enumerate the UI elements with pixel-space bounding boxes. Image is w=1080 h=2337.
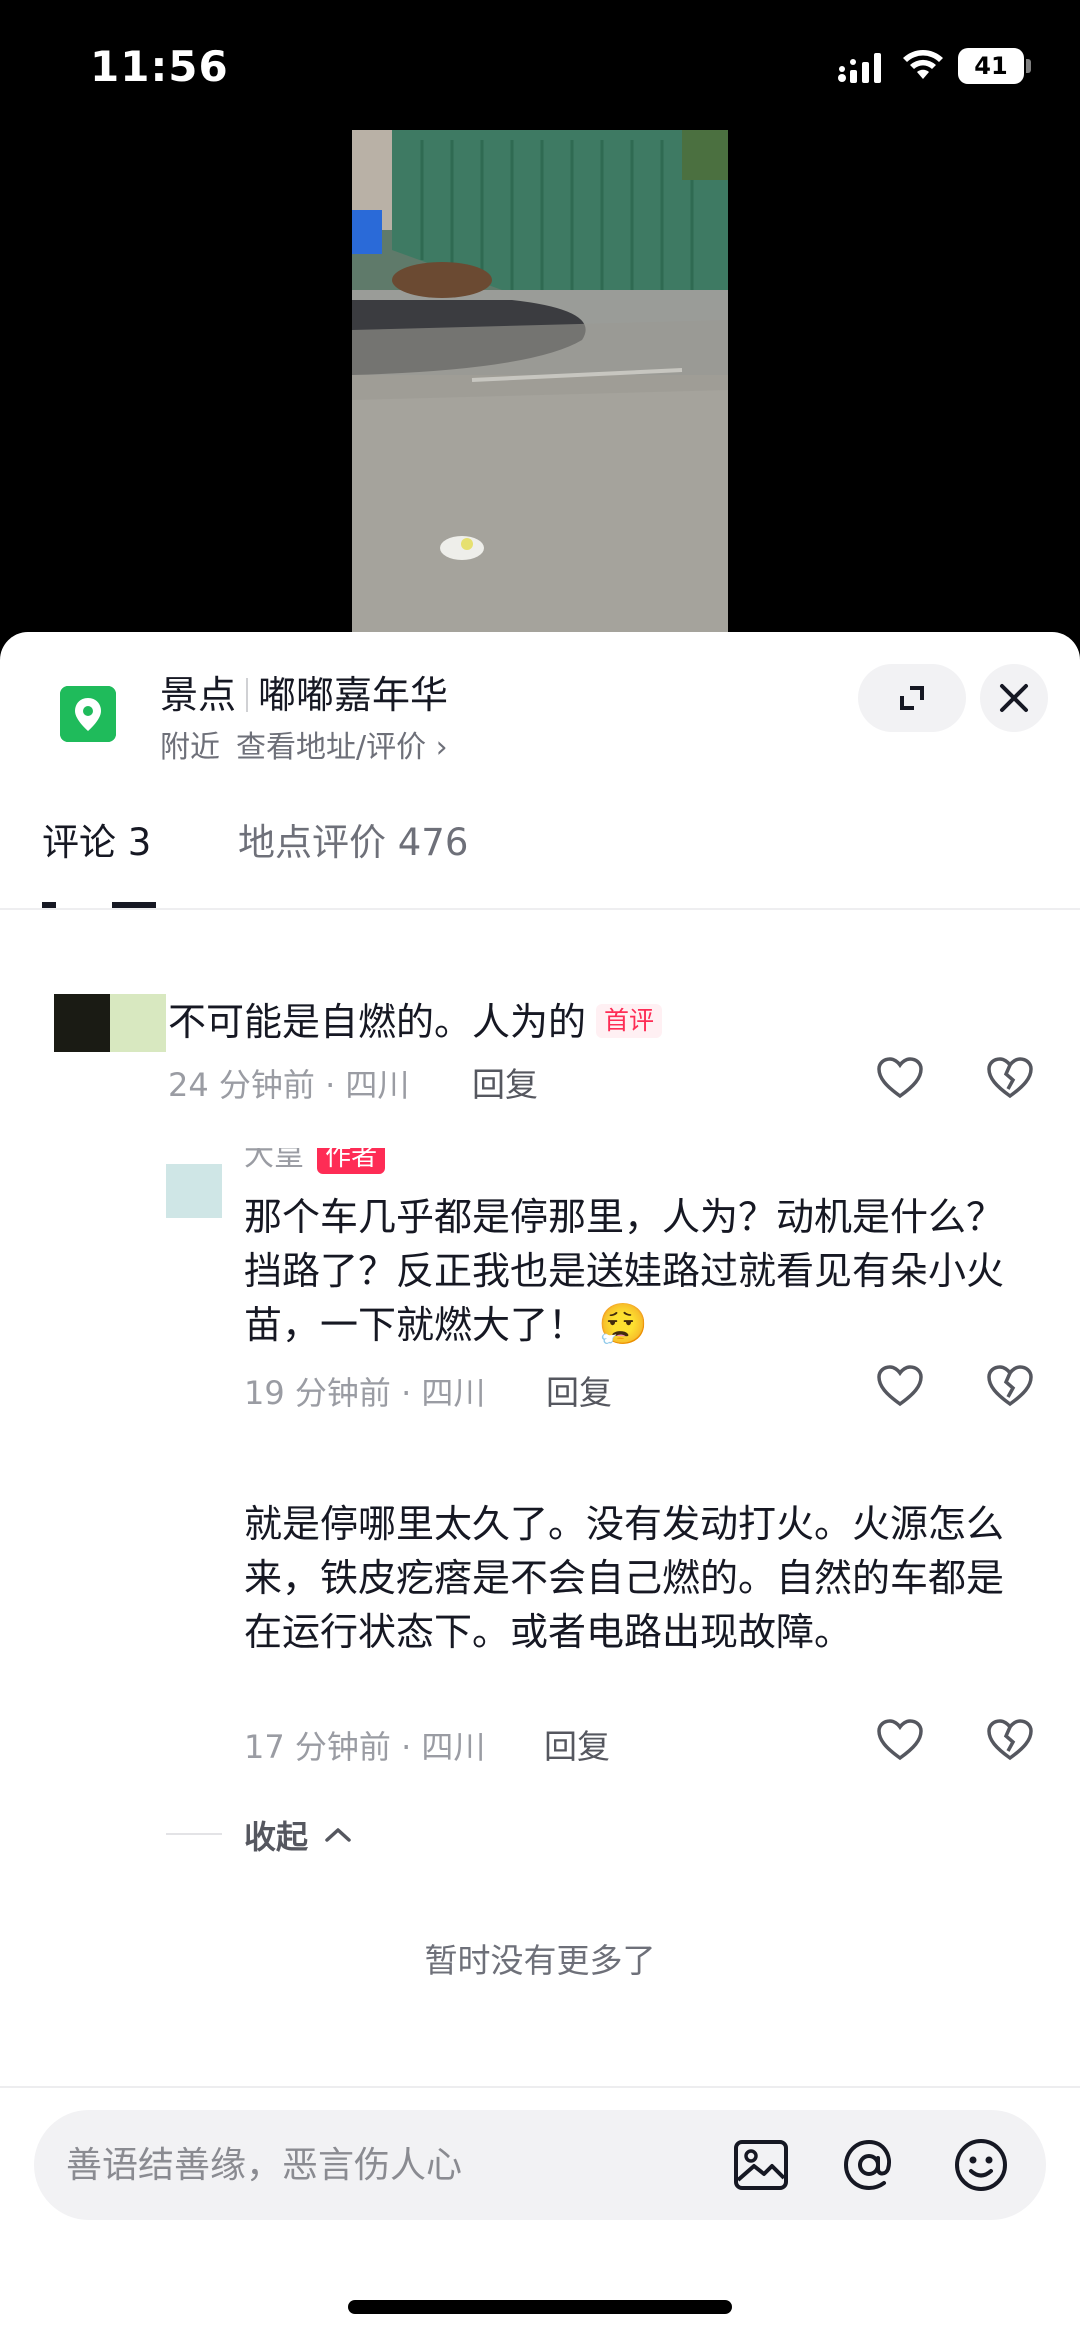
first-comment-badge: 首评 xyxy=(596,1004,663,1038)
broken-heart-icon[interactable] xyxy=(986,1364,1034,1408)
reply-author-name: 大皇 xyxy=(244,1148,304,1173)
comment-timestamp: 24 分钟前 · 四川 xyxy=(168,1066,410,1104)
image-icon[interactable] xyxy=(730,2134,792,2196)
status-bar: 11:56 41 xyxy=(0,0,1080,130)
title-separator xyxy=(246,678,249,712)
close-icon xyxy=(1000,684,1028,712)
location-name: 嘟嘟嘉年华 xyxy=(258,673,449,717)
avatar[interactable] xyxy=(44,994,166,1052)
expand-button[interactable] xyxy=(858,664,966,732)
broken-heart-icon[interactable] xyxy=(986,1056,1034,1100)
collapse-replies-button[interactable]: 收起 xyxy=(244,1812,353,1858)
home-indicator xyxy=(348,2300,732,2314)
reply-text: 那个车几乎都是停那里，人为？动机是什么？挡路了？反正我也是送娃路过就看见有朵小火… xyxy=(244,1190,1014,1352)
location-category: 景点 xyxy=(160,673,237,717)
reply-button[interactable]: 回复 xyxy=(472,1058,538,1106)
reply-avatar[interactable] xyxy=(166,1164,222,1218)
exhaling-face-emoji: 😮‍💨 xyxy=(598,1302,648,1348)
comment-text: 不可能是自燃的。人为的 首评 xyxy=(168,995,1028,1049)
no-more-comments: 暂时没有更多了 xyxy=(424,1941,656,1980)
heart-icon[interactable] xyxy=(876,1056,924,1100)
reply-timestamp: 17 分钟前 · 四川 xyxy=(244,1728,486,1766)
location-subtitle[interactable]: 附近 查看地址/评价 › xyxy=(160,722,448,766)
reply-timestamp: 19 分钟前 · 四川 xyxy=(244,1374,486,1412)
collapse-label: 收起 xyxy=(244,1818,309,1856)
nearby-label: 附近 xyxy=(160,730,220,765)
comments-sheet xyxy=(0,632,1080,2337)
emoji-icon[interactable] xyxy=(950,2134,1012,2196)
cellular-signal-icon xyxy=(838,53,881,83)
tabs-divider xyxy=(0,908,1080,910)
battery-tip xyxy=(1026,59,1031,73)
tab-location-ratings[interactable]: 地点评价 476 xyxy=(238,812,468,866)
view-address-link[interactable]: 查看地址/评价 › xyxy=(236,730,448,765)
location-title[interactable]: 景点 嘟嘟嘉年华 xyxy=(160,664,448,719)
wifi-icon xyxy=(903,50,943,79)
battery-icon: 41 xyxy=(958,48,1024,84)
expand-icon xyxy=(900,686,924,710)
collapse-divider xyxy=(166,1833,222,1835)
heart-icon[interactable] xyxy=(876,1718,924,1762)
comment-body: 不可能是自燃的。人为的 xyxy=(168,1000,587,1044)
at-icon[interactable] xyxy=(838,2134,900,2196)
reply-text: 就是停哪里太久了。没有发动打火。火源怎么来，铁皮疙瘩是不会自己燃的。自然的车都是… xyxy=(244,1502,1005,1654)
video-player[interactable] xyxy=(352,130,728,632)
broken-heart-icon[interactable] xyxy=(986,1718,1034,1762)
video-frame xyxy=(352,130,728,632)
heart-icon[interactable] xyxy=(876,1364,924,1408)
input-divider xyxy=(0,2086,1080,2088)
author-badge: 作者 xyxy=(317,1148,386,1174)
chevron-up-icon xyxy=(325,1828,351,1842)
map-pin-icon xyxy=(60,686,116,742)
reply-author-partial: 大皇 作者 xyxy=(244,1148,386,1178)
close-button[interactable] xyxy=(980,664,1048,732)
comment-input[interactable] xyxy=(66,2134,726,2196)
reply-button[interactable]: 回复 xyxy=(544,1720,610,1768)
reply-button[interactable]: 回复 xyxy=(546,1366,612,1414)
tab-comments[interactable]: 评论 3 xyxy=(42,812,151,866)
status-time: 11:56 xyxy=(90,42,229,91)
